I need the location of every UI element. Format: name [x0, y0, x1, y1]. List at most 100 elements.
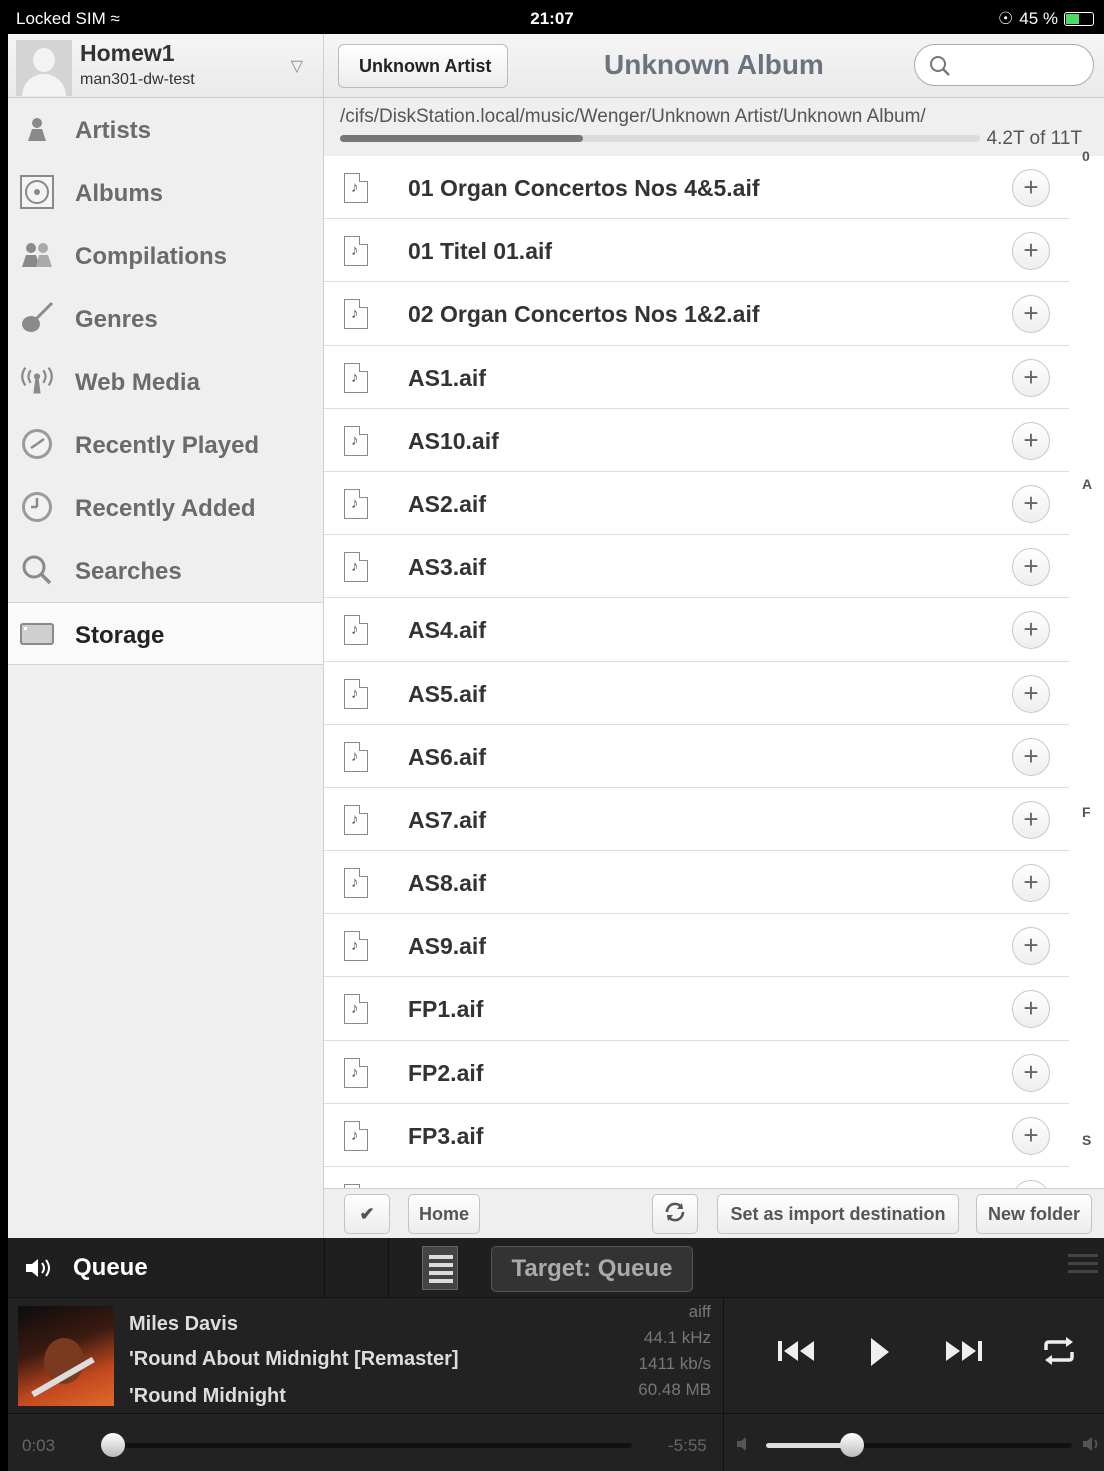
set-import-destination-button[interactable]: Set as import destination: [717, 1194, 959, 1234]
album-cover[interactable]: [18, 1306, 114, 1406]
disc-icon: [20, 175, 54, 209]
home-button[interactable]: Home: [408, 1194, 480, 1234]
file-name: AS7.aif: [408, 806, 486, 833]
file-name: FP2.aif: [408, 1059, 484, 1086]
chevron-down-icon[interactable]: ▽: [291, 56, 303, 76]
menu-icon[interactable]: [1068, 1254, 1098, 1280]
add-button[interactable]: +: [1012, 737, 1050, 776]
file-name: AS4.aif: [408, 617, 486, 644]
list-icon[interactable]: [422, 1246, 458, 1290]
list-item[interactable]: ♪ AS10.aif +: [324, 409, 1069, 472]
sidebar-item-compilations[interactable]: Compilations: [8, 224, 323, 287]
add-button[interactable]: +: [1012, 674, 1050, 713]
file-list: ♪ 01 Organ Concertos Nos 4&5.aif + ♪ 01 Tite…: [324, 156, 1069, 1188]
list-item[interactable]: ♪ 02 Organ Concertos Nos 1&2.aif +: [324, 282, 1069, 346]
list-item[interactable]: ♪ AS8.aif +: [324, 851, 1069, 915]
guitar-icon: [20, 301, 54, 333]
add-button[interactable]: +: [1012, 295, 1050, 334]
index-letter[interactable]: F: [1082, 804, 1091, 820]
list-item[interactable]: ♪ AS5.aif +: [324, 662, 1069, 725]
volume-knob[interactable]: [839, 1433, 864, 1457]
sidebar-item-recently-played[interactable]: Recently Played: [8, 413, 323, 476]
select-button[interactable]: ✔: [344, 1194, 390, 1234]
new-folder-button[interactable]: New folder: [976, 1194, 1092, 1234]
sidebar-item-artists[interactable]: Artists: [8, 98, 323, 161]
index-letter[interactable]: S: [1082, 1132, 1091, 1148]
page-title: Unknown Album: [604, 49, 824, 80]
track-position-slider[interactable]: [101, 1433, 632, 1457]
volume-high-icon: [1082, 1435, 1102, 1458]
list-item[interactable]: ♪ AS3.aif +: [324, 535, 1069, 599]
file-name: 01 Titel 01.aif: [408, 238, 553, 265]
list-item[interactable]: ♪ AS4.aif +: [324, 598, 1069, 662]
now-playing: Miles Davis 'Round About Midnight [Remas…: [8, 1298, 1104, 1414]
add-button[interactable]: +: [1012, 358, 1050, 397]
sidebar-item-recently-added[interactable]: Recently Added: [8, 476, 323, 539]
list-item[interactable]: ♪ AS1.aif +: [324, 346, 1069, 409]
list-item[interactable]: ♪ AS2.aif +: [324, 472, 1069, 536]
add-button[interactable]: +: [1012, 484, 1050, 523]
battery-area: ☉ 45 %: [998, 9, 1094, 29]
path-bar: /cifs/DiskStation.local/music/Wenger/Unk…: [324, 98, 1104, 156]
music-file-icon: ♪: [344, 994, 368, 1025]
add-button[interactable]: +: [1012, 927, 1050, 966]
sidebar-item-genres[interactable]: Genres: [8, 287, 323, 350]
battery-icon: [1064, 12, 1094, 26]
sidebar-item-label: Artists: [75, 117, 152, 144]
add-button[interactable]: +: [1012, 232, 1050, 271]
list-item[interactable]: ♪ AS7.aif +: [324, 788, 1069, 852]
repeat-button[interactable]: [1042, 1336, 1076, 1371]
list-item[interactable]: ♪ 01 Titel 01.aif +: [324, 219, 1069, 283]
sidebar-item-web-media[interactable]: Web Media: [8, 350, 323, 413]
index-bar[interactable]: 0 A F S: [1076, 148, 1104, 1188]
list-item[interactable]: ♪ FP2.aif +: [324, 1041, 1069, 1104]
target-button[interactable]: Target: Queue: [491, 1246, 693, 1292]
queue-label[interactable]: Queue: [73, 1254, 148, 1282]
list-item[interactable]: ♪+: [324, 1167, 1069, 1188]
add-button[interactable]: +: [1012, 864, 1050, 903]
back-button[interactable]: Unknown Artist: [338, 44, 509, 88]
queue-bar: Queue Target: Queue: [8, 1238, 1104, 1298]
index-letter[interactable]: A: [1082, 476, 1092, 492]
add-button[interactable]: +: [1012, 548, 1050, 587]
list-item[interactable]: ♪ FP3.aif +: [324, 1104, 1069, 1167]
volume-slider[interactable]: [766, 1433, 1072, 1457]
add-button[interactable]: +: [1012, 169, 1050, 207]
music-file-icon: ♪: [344, 173, 368, 203]
sidebar-item-albums[interactable]: Albums: [8, 161, 323, 224]
music-file-icon: ♪: [344, 552, 368, 583]
add-button[interactable]: +: [1012, 1116, 1050, 1155]
battery-percent: 45 %: [1019, 9, 1058, 28]
add-button[interactable]: +: [1012, 611, 1050, 650]
add-button[interactable]: +: [1012, 1053, 1050, 1092]
format-label: aiff: [688, 1302, 711, 1321]
remaining-time: -5:55: [668, 1436, 707, 1455]
add-button[interactable]: +: [1012, 800, 1050, 839]
add-button[interactable]: +: [1012, 421, 1050, 460]
search-input[interactable]: [914, 44, 1094, 86]
add-button[interactable]: +: [1012, 990, 1050, 1029]
add-button[interactable]: +: [1012, 1180, 1050, 1188]
previous-button[interactable]: [776, 1336, 818, 1371]
player: Queue Target: Queue Miles Davis 'Round A…: [8, 1238, 1104, 1471]
index-letter[interactable]: 0: [1082, 148, 1090, 164]
main-panel: Unknown Artist Unknown Album /cifs/DiskS…: [324, 34, 1104, 1238]
file-name: 01 Organ Concertos Nos 4&5.aif: [408, 175, 760, 201]
account-selector[interactable]: Homew1 man301-dw-test ▽: [8, 34, 323, 98]
next-button[interactable]: [942, 1336, 984, 1371]
music-file-icon: ♪: [344, 804, 368, 835]
file-size-label: 60.48 MB: [638, 1380, 711, 1399]
list-item[interactable]: ♪ 01 Organ Concertos Nos 4&5.aif +: [324, 156, 1069, 220]
list-item[interactable]: ♪ FP1.aif +: [324, 977, 1069, 1041]
list-item[interactable]: ♪ AS9.aif +: [324, 914, 1069, 978]
refresh-button[interactable]: [652, 1194, 698, 1234]
music-file-icon: ♪: [344, 615, 368, 646]
sidebar-item-storage[interactable]: Storage: [8, 602, 323, 665]
play-button[interactable]: [868, 1336, 892, 1373]
avatar: [16, 40, 72, 96]
music-file-icon: ♪: [344, 362, 368, 393]
list-item[interactable]: ♪ AS6.aif +: [324, 725, 1069, 788]
sidebar-item-searches[interactable]: Searches: [8, 539, 323, 602]
position-knob[interactable]: [101, 1433, 126, 1457]
music-file-icon: ♪: [344, 299, 368, 330]
